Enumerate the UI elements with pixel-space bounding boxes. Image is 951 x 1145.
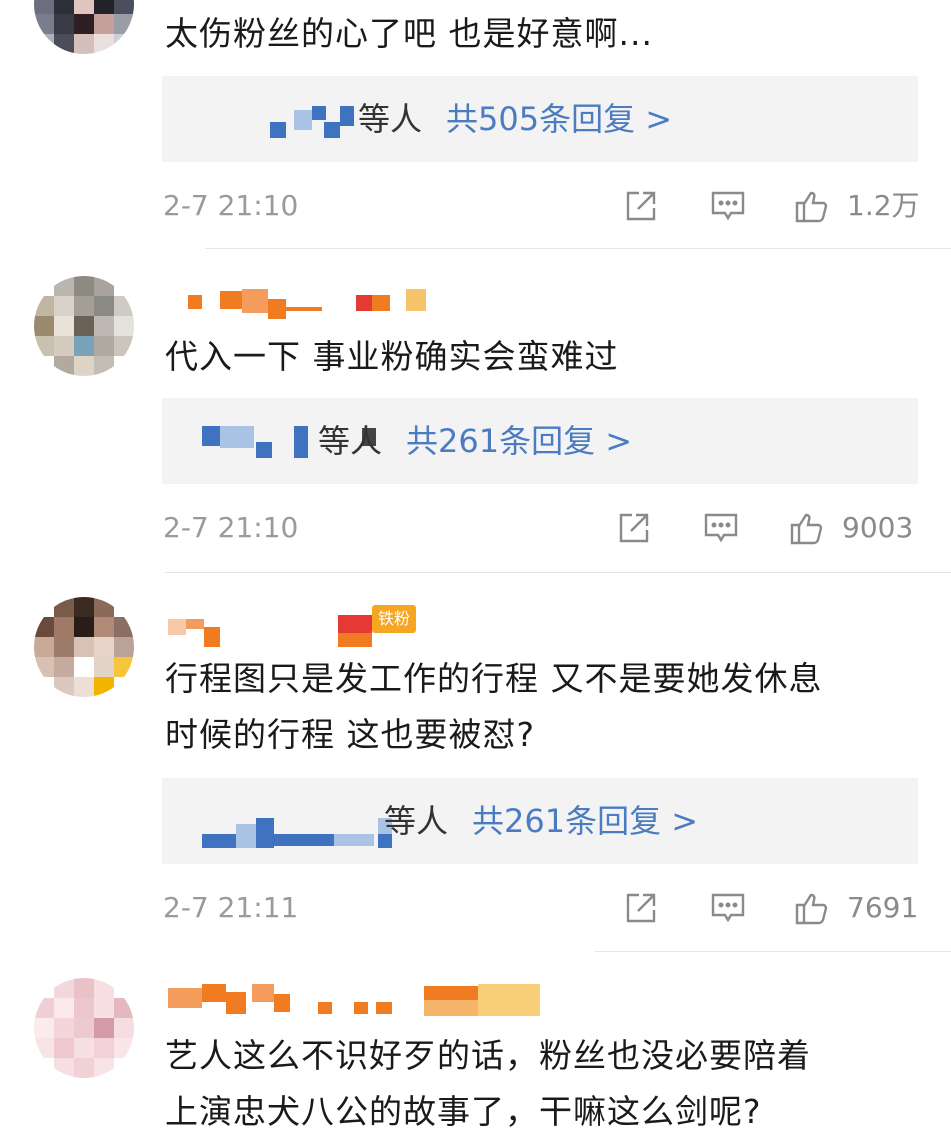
user-avatar[interactable] xyxy=(34,276,134,376)
reply-usernames-blurred xyxy=(270,76,360,162)
user-avatar[interactable] xyxy=(34,978,134,1078)
reply-who-label: 等人 xyxy=(318,422,383,460)
like-icon[interactable] xyxy=(794,189,830,223)
user-avatar[interactable] xyxy=(34,597,134,697)
user-avatar[interactable] xyxy=(34,0,134,54)
comment-text: 太伤粉丝的心了吧 也是好意啊... xyxy=(165,6,921,62)
like-icon[interactable] xyxy=(789,511,825,545)
comment-text-line: 艺人这么不识好歹的话，粉丝也没必要陪着 xyxy=(165,1036,811,1075)
timestamp: 2-7 21:10 xyxy=(163,189,299,222)
comment-meta: 2-7 21:10 1.2万 xyxy=(0,181,951,231)
comment-meta: 2-7 21:11 7691 xyxy=(0,883,951,933)
comment-feed: 太伤粉丝的心了吧 也是好意啊... 等人 共505条回复 > 2-7 21:10 xyxy=(0,0,951,1145)
comment-item: 艺人这么不识好歹的话，粉丝也没必要陪着 上演忠犬八公的故事了，干嘛这么剑呢? xyxy=(0,952,951,1145)
comment-item: 太伤粉丝的心了吧 也是好意啊... 等人 共505条回复 > 2-7 21:10 xyxy=(0,0,951,248)
replies-preview[interactable]: 等人 共261条回复 > xyxy=(162,398,918,484)
comment-icon[interactable] xyxy=(710,891,746,925)
username-blurred[interactable] xyxy=(168,289,548,323)
replies-preview[interactable]: 等人 共505条回复 > xyxy=(162,76,918,162)
comment-text: 艺人这么不识好歹的话，粉丝也没必要陪着 上演忠犬八公的故事了，干嘛这么剑呢? xyxy=(165,1028,921,1140)
comment-text: 行程图只是发工作的行程 又不是要她发休息 时候的行程 这也要被怼? xyxy=(165,651,921,763)
share-icon[interactable] xyxy=(623,189,659,223)
reply-usernames-blurred xyxy=(202,778,392,864)
replies-preview[interactable]: 等人 共261条回复 > xyxy=(162,778,918,864)
comment-item: 代入一下 事业粉确实会蛮难过 等人 共261条回复 > 2-7 21:10 90… xyxy=(0,249,951,572)
fan-badge: 铁粉 xyxy=(372,605,417,633)
reply-who-label: 等人 xyxy=(358,100,423,138)
comment-meta: 2-7 21:10 9003 xyxy=(0,503,951,553)
username-blurred[interactable] xyxy=(168,984,548,1018)
share-icon[interactable] xyxy=(616,511,652,545)
comment-text-line: 太伤粉丝的心了吧 也是好意啊... xyxy=(165,14,653,53)
comment-item: 铁粉 行程图只是发工作的行程 又不是要她发休息 时候的行程 这也要被怼? 等人 … xyxy=(0,573,951,951)
comment-icon[interactable] xyxy=(703,511,739,545)
username-blurred[interactable] xyxy=(168,611,548,647)
timestamp: 2-7 21:11 xyxy=(163,891,299,924)
view-replies-link[interactable]: 共261条回复 > xyxy=(472,778,698,864)
view-replies-link[interactable]: 共505条回复 > xyxy=(446,76,672,162)
like-count: 9003 xyxy=(842,511,914,544)
view-replies-link[interactable]: 共261条回复 > xyxy=(406,398,632,484)
comment-text-line: 时候的行程 这也要被怼? xyxy=(165,715,536,754)
like-count: 7691 xyxy=(847,891,919,924)
like-icon[interactable] xyxy=(794,891,830,925)
comment-text-line: 上演忠犬八公的故事了，干嘛这么剑呢? xyxy=(165,1092,762,1131)
reply-who-label: 等人 xyxy=(384,802,449,840)
comment-text-line: 行程图只是发工作的行程 又不是要她发休息 xyxy=(165,659,823,698)
comment-text-line: 代入一下 事业粉确实会蛮难过 xyxy=(165,337,619,376)
comment-text: 代入一下 事业粉确实会蛮难过 xyxy=(165,329,921,385)
like-count: 1.2万 xyxy=(847,189,920,222)
share-icon[interactable] xyxy=(623,891,659,925)
comment-icon[interactable] xyxy=(710,189,746,223)
timestamp: 2-7 21:10 xyxy=(163,511,299,544)
